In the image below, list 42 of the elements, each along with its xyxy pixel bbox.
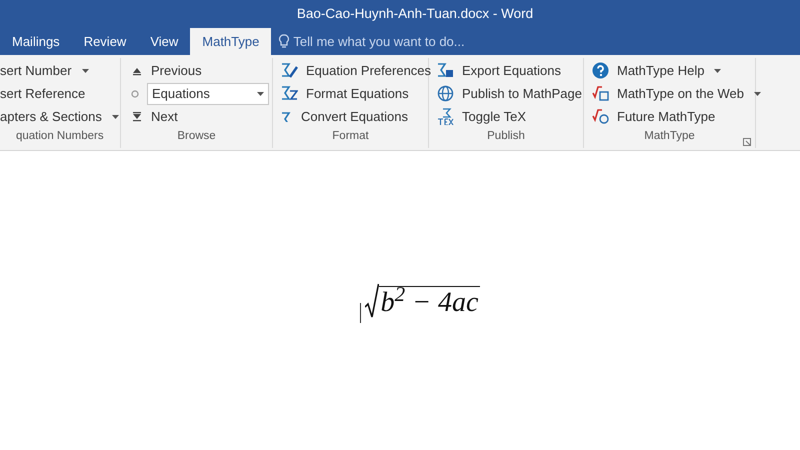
- root-icon: [592, 85, 609, 102]
- circle-icon: [131, 90, 139, 98]
- help-icon: [592, 62, 609, 79]
- group-label: Browse: [176, 129, 217, 144]
- ribbon-button[interactable]: Next: [125, 105, 182, 128]
- ribbon-button[interactable]: Format Equations: [277, 82, 413, 105]
- ribbon-button[interactable]: MathType Help: [588, 59, 726, 82]
- root-icon: [592, 108, 609, 125]
- caret-icon: [257, 92, 264, 96]
- ribbon-button[interactable]: Previous: [125, 59, 206, 82]
- ribbon-button[interactable]: sert Number: [0, 59, 93, 82]
- radical-sign: [364, 283, 379, 319]
- ribbon-button[interactable]: Export Equations: [433, 59, 566, 82]
- ribbon-button[interactable]: Future MathType: [588, 105, 720, 128]
- group-label: quation Numbers: [16, 129, 104, 144]
- ribbon-button[interactable]: Toggle TeX: [433, 105, 530, 128]
- text-cursor: [360, 303, 361, 323]
- edit-icon: [281, 85, 298, 102]
- ribbon-button[interactable]: sert Reference: [0, 82, 90, 105]
- ribbon-button[interactable]: Convert Equations: [277, 105, 412, 128]
- group-label: Publish: [486, 129, 526, 144]
- ribbon-button[interactable]: Equation Preferences: [277, 59, 436, 82]
- dropdown-field[interactable]: Equations: [147, 82, 269, 104]
- search-field[interactable]: Tell me what you want to do...: [279, 28, 465, 55]
- group-label: MathType: [643, 129, 696, 144]
- lightbulb-icon: [279, 34, 290, 49]
- ribbon-button[interactable]: apters & Sections: [0, 105, 123, 128]
- group-label: Format: [331, 129, 370, 144]
- ribbon-tab[interactable]: Review: [72, 28, 138, 55]
- tex-icon: [437, 108, 454, 125]
- launcher-icon[interactable]: [743, 138, 751, 146]
- ribbon-button[interactable]: Publish to MathPage: [433, 82, 586, 105]
- down-arrow-icon: [131, 111, 143, 122]
- pen-icon: [281, 62, 298, 79]
- export-icon: [437, 62, 454, 79]
- window-title: Bao-Cao-Huynh-Anh-Tuan.docx - Word: [296, 4, 534, 23]
- ribbon-tab[interactable]: Mailings: [0, 28, 72, 55]
- ribbon-button[interactable]: MathType on the Web: [588, 82, 765, 105]
- equation: b$^{2}$ − 4ac: [378, 286, 480, 319]
- ribbon-tab[interactable]: MathType: [190, 28, 272, 55]
- globe-icon: [437, 85, 454, 102]
- ribbon-tab[interactable]: View: [138, 28, 190, 55]
